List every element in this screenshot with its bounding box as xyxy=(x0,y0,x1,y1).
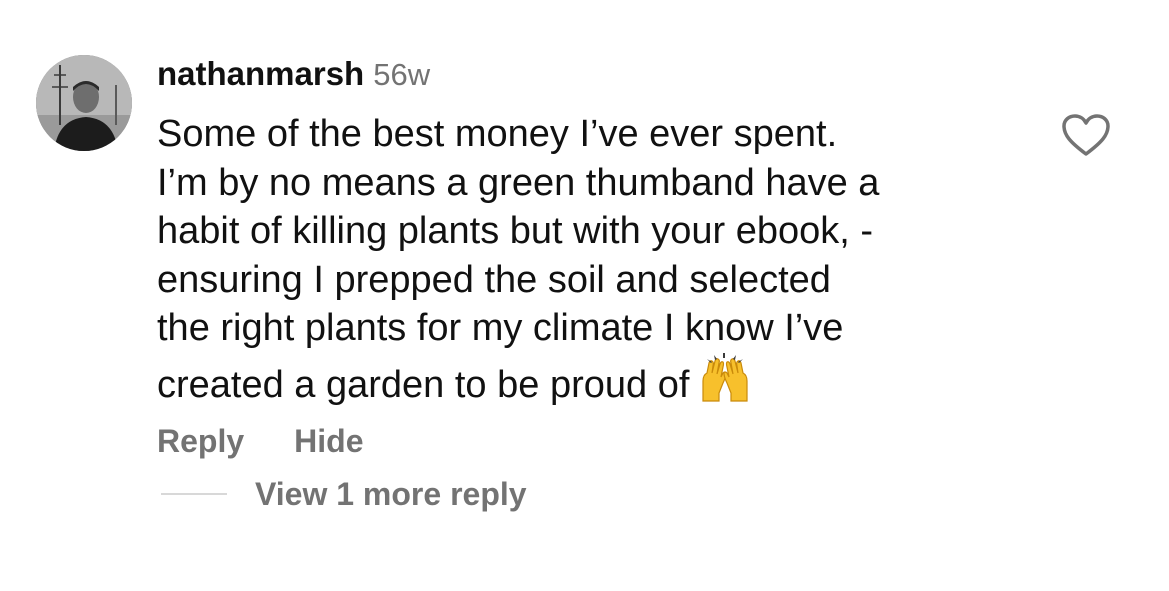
timestamp: 56w xyxy=(373,57,431,92)
comment-header: nathanmarsh 56w xyxy=(157,54,430,101)
avatar-photo-icon xyxy=(36,55,132,151)
comment-line: I’m by no means a green thumband have a xyxy=(157,161,880,204)
comment-line: habit of killing plants but with your eb… xyxy=(157,210,874,252)
view-more-replies-button[interactable]: View 1 more reply xyxy=(161,474,527,514)
view-more-replies-label: View 1 more reply xyxy=(255,476,527,512)
username[interactable]: nathanmarsh xyxy=(157,55,364,92)
comment-line: created a garden to be proud of xyxy=(157,363,690,406)
comment-line: the right plants for my climate I know I… xyxy=(157,307,844,349)
replies-divider xyxy=(161,493,227,495)
user-avatar[interactable] xyxy=(36,55,132,151)
comment-line: ensuring I prepped the soil and selected xyxy=(157,258,831,301)
comment-actions: Reply Hide xyxy=(157,421,363,461)
raising-hands-emoji-icon xyxy=(697,352,753,418)
hide-button[interactable]: Hide xyxy=(294,423,363,459)
like-button[interactable] xyxy=(1060,112,1112,158)
comment-line-last: created a garden to be proud of xyxy=(157,352,1037,418)
comment-line: Some of the best money I’ve ever spent. xyxy=(157,113,838,155)
reply-button[interactable]: Reply xyxy=(157,423,244,459)
heart-outline-icon xyxy=(1062,114,1110,156)
comment-text: Some of the best money I’ve ever spent. … xyxy=(157,110,1037,417)
